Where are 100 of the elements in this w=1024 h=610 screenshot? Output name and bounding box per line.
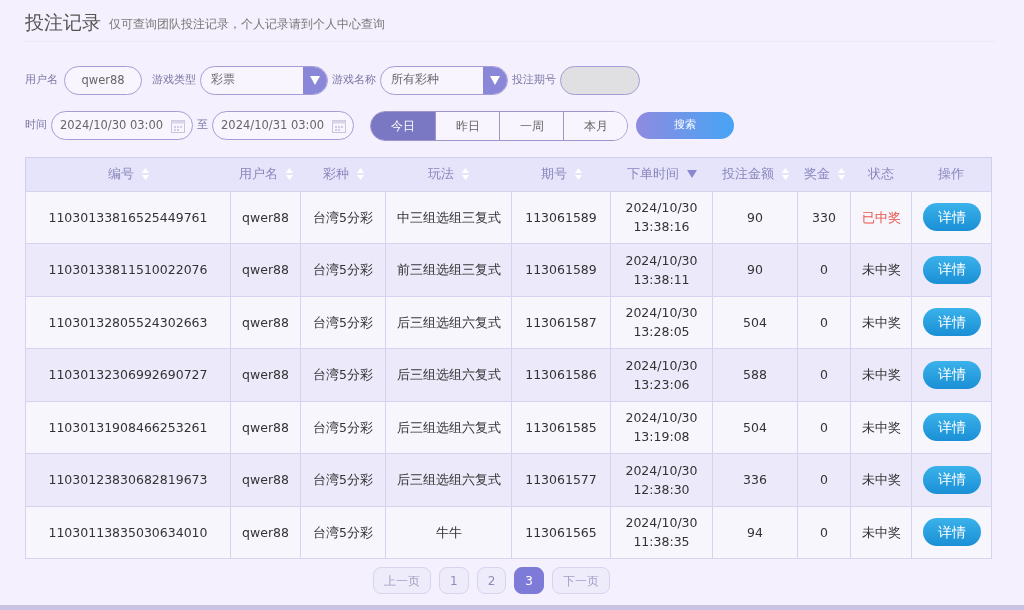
username-cell: qwer88 (242, 314, 289, 330)
dropdown-select[interactable]: 所有彩种 (380, 65, 508, 95)
lottery-name: 台湾5分彩 (313, 209, 373, 225)
username-field[interactable]: qwer88 (64, 65, 142, 95)
bet-status: 未中奖 (861, 262, 901, 278)
bet-status: 未中奖 (861, 314, 901, 330)
username-cell: qwer88 (242, 262, 289, 278)
bet-status: 已中奖 (861, 209, 901, 225)
order-number: 11030131908466253261 (48, 419, 208, 435)
order-time: 2024/10/30 13:23:06 (625, 356, 698, 394)
calendar-icon (332, 118, 347, 133)
field-label: 游戏名称 (332, 71, 376, 88)
details-button[interactable]: 详情 (922, 465, 981, 494)
lottery-name: 台湾5分彩 (313, 367, 373, 383)
order-time: 2024/10/30 13:38:11 (625, 251, 698, 289)
order-time: 2024/10/30 11:38:35 (625, 514, 698, 552)
date-range-tab[interactable]: 今日 (371, 111, 435, 140)
column-header: 奖金 (803, 165, 830, 184)
sort-icon[interactable] (574, 168, 582, 180)
column-header: 玩法 (428, 165, 454, 184)
field-label: 游戏类型 (152, 71, 196, 88)
play-type: 牛牛 (435, 524, 462, 540)
date-field[interactable]: 2024/10/30 03:00 (51, 111, 193, 140)
issue-number: 113061565 (525, 524, 597, 540)
order-number: 11030123830682819673 (48, 472, 208, 488)
lottery-name: 台湾5分彩 (313, 419, 373, 435)
column-header: 操作 (938, 165, 965, 184)
username-cell: qwer88 (242, 209, 289, 225)
details-button[interactable]: 详情 (922, 518, 981, 547)
order-time: 2024/10/30 13:28:05 (625, 304, 698, 342)
play-type: 后三组选组六复式 (396, 367, 501, 383)
username-cell: qwer88 (242, 524, 289, 540)
bet-amount: 588 (743, 367, 767, 383)
issue-number: 113061589 (525, 262, 597, 278)
dropdown-arrow-icon (310, 75, 320, 85)
order-number: 11030133811510022076 (48, 262, 208, 278)
lottery-name: 台湾5分彩 (313, 262, 373, 278)
prize-amount: 330 (812, 209, 836, 225)
details-button[interactable]: 详情 (922, 203, 981, 232)
column-header: 用户名 (238, 165, 278, 184)
bet-status: 未中奖 (861, 419, 901, 435)
date-range-tab[interactable]: 一周 (499, 111, 563, 140)
prize-amount: 0 (820, 472, 828, 488)
details-button[interactable]: 详情 (922, 413, 981, 442)
issue-number: 113061585 (525, 419, 597, 435)
range-separator: 至 (197, 117, 208, 134)
details-button[interactable]: 详情 (922, 360, 981, 389)
date-field[interactable]: 2024/10/31 03:00 (212, 111, 354, 140)
bet-amount: 504 (743, 419, 767, 435)
page-button[interactable]: 2 (476, 567, 507, 594)
username-cell: qwer88 (242, 367, 289, 383)
field-label: 用户名 (25, 71, 58, 88)
search-button[interactable]: 搜索 (636, 112, 734, 139)
column-header: 期号 (540, 165, 567, 184)
column-header: 编号 (107, 165, 134, 184)
play-type: 后三组选组六复式 (396, 472, 501, 488)
issue-number: 113061589 (525, 209, 597, 225)
prize-amount: 0 (820, 314, 828, 330)
column-header: 状态 (868, 165, 894, 184)
sort-icon[interactable] (285, 168, 293, 180)
bet-amount: 336 (743, 472, 767, 488)
issue-number: 113061586 (525, 367, 597, 383)
page-button[interactable]: 3 (514, 567, 544, 594)
sort-icon[interactable] (837, 168, 845, 180)
date-range-tab[interactable]: 本月 (563, 111, 627, 140)
username-cell: qwer88 (242, 419, 289, 435)
play-type: 后三组选组六复式 (396, 419, 501, 435)
dropdown-select[interactable]: 彩票 (200, 65, 328, 95)
sort-descending-icon[interactable] (686, 170, 697, 178)
order-number: 11030113835030634010 (48, 524, 208, 540)
play-type: 后三组选组六复式 (396, 314, 501, 330)
page-subtitle: 仅可查询团队投注记录，个人记录请到个人中心查询 (109, 15, 385, 33)
play-type: 前三组选组三复式 (396, 262, 501, 278)
order-time: 2024/10/30 13:38:16 (625, 199, 698, 237)
username-cell: qwer88 (242, 472, 289, 488)
bet-amount: 94 (747, 524, 763, 540)
sort-icon[interactable] (356, 168, 364, 180)
sort-icon[interactable] (781, 168, 789, 180)
prize-amount: 0 (820, 262, 828, 278)
prize-amount: 0 (820, 419, 828, 435)
details-button[interactable]: 详情 (922, 308, 981, 337)
bet-amount: 90 (747, 209, 763, 225)
bet-amount: 90 (747, 262, 763, 278)
sort-icon[interactable] (141, 168, 149, 180)
lottery-name: 台湾5分彩 (313, 314, 373, 330)
page-button[interactable]: 1 (439, 567, 469, 594)
details-button[interactable]: 详情 (922, 255, 981, 284)
order-number: 11030133816525449761 (48, 209, 208, 225)
sort-icon[interactable] (462, 168, 469, 180)
order-time: 2024/10/30 13:19:08 (625, 409, 698, 447)
field-label: 投注期号 (512, 71, 556, 88)
bet-status: 未中奖 (861, 472, 901, 488)
prize-amount: 0 (820, 524, 828, 540)
column-header: 彩种 (322, 165, 349, 184)
calendar-icon (171, 118, 186, 133)
lottery-name: 台湾5分彩 (313, 472, 373, 488)
date-range-tab[interactable]: 昨日 (435, 111, 499, 140)
bet-status: 未中奖 (861, 524, 901, 540)
order-number: 11030132805524302663 (48, 314, 208, 330)
bet-amount: 504 (743, 314, 767, 330)
